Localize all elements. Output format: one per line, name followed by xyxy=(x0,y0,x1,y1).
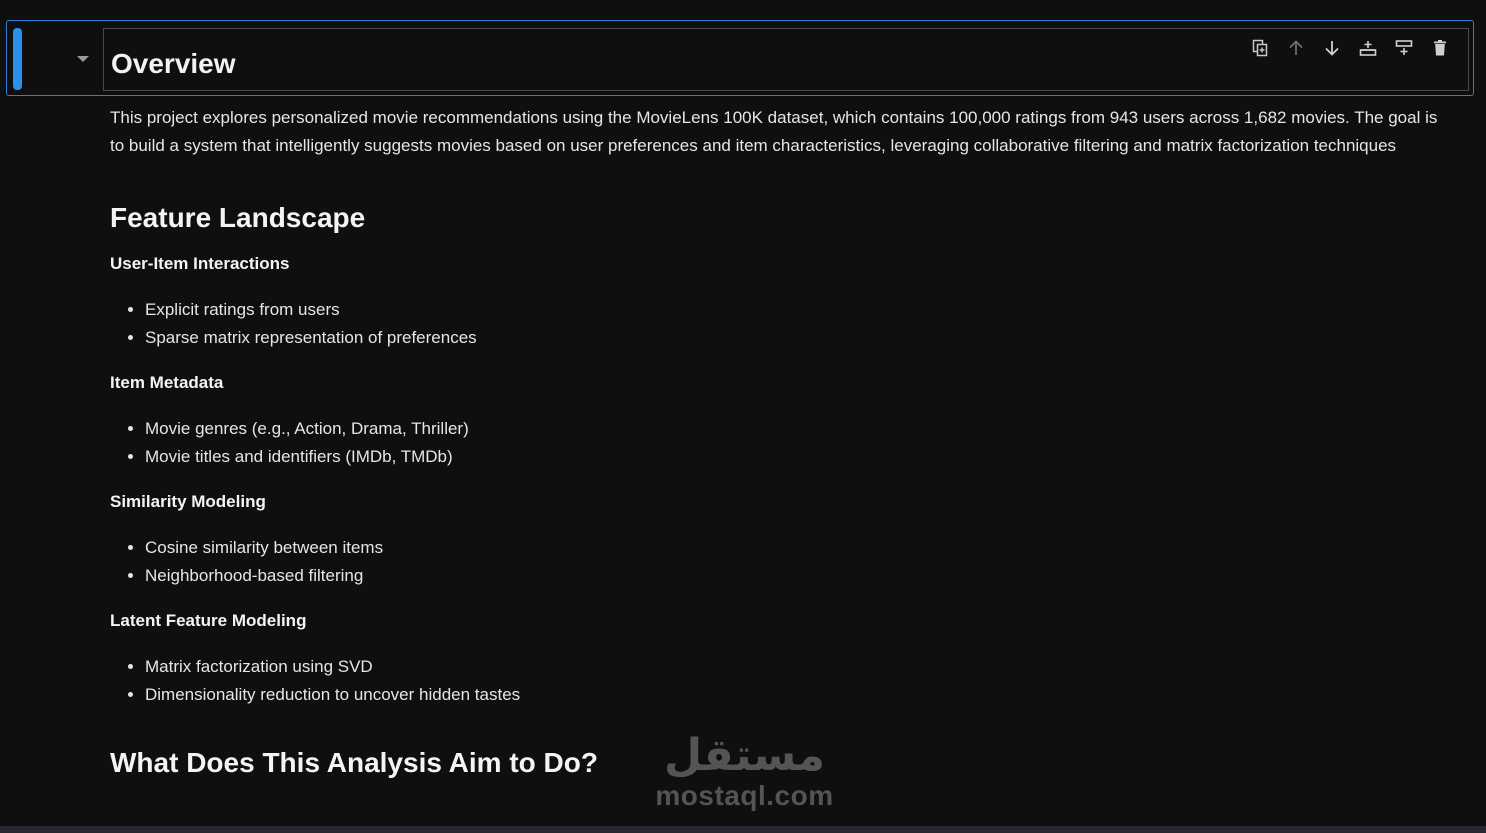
delete-icon xyxy=(1434,40,1446,56)
list-item: Movie genres (e.g., Action, Drama, Thril… xyxy=(145,415,1450,443)
list-item: Dimensionality reduction to uncover hidd… xyxy=(145,681,1450,709)
list-item: Cosine similarity between items xyxy=(145,534,1450,562)
group-list: Cosine similarity between items Neighbor… xyxy=(110,534,1450,590)
move-up-icon xyxy=(1289,40,1303,55)
group-title: Latent Feature Modeling xyxy=(110,611,307,630)
group-title: Similarity Modeling xyxy=(110,492,266,511)
intro-paragraph: This project explores personalized movie… xyxy=(110,108,1438,155)
group-list: Explicit ratings from users Sparse matri… xyxy=(110,296,1450,352)
cell-heading: Overview xyxy=(111,48,236,79)
list-item: Neighborhood-based filtering xyxy=(145,562,1450,590)
move-down-icon xyxy=(1325,41,1339,56)
cell-focus-indicator[interactable] xyxy=(13,28,22,90)
watermark-arabic: مستقل xyxy=(664,730,825,781)
feature-landscape-heading: Feature Landscape xyxy=(110,202,366,233)
insert-below-button[interactable] xyxy=(1350,35,1386,61)
insert-above-button[interactable] xyxy=(1386,35,1422,61)
rendered-markdown: This project explores personalized movie… xyxy=(110,104,1450,781)
chevron-down-icon xyxy=(77,56,89,62)
delete-cell-button[interactable] xyxy=(1422,35,1458,61)
move-down-button[interactable] xyxy=(1314,35,1350,61)
list-item: Movie titles and identifiers (IMDb, TMDb… xyxy=(145,443,1450,471)
group-list: Matrix factorization using SVD Dimension… xyxy=(110,653,1450,709)
duplicate-cell-icon xyxy=(1252,39,1268,57)
collapse-toggle[interactable] xyxy=(74,52,92,66)
move-up-button[interactable] xyxy=(1278,35,1314,61)
group-title: User-Item Interactions xyxy=(110,254,290,273)
duplicate-cell-button[interactable] xyxy=(1242,35,1278,61)
insert-above-icon xyxy=(1395,40,1413,55)
watermark-latin: mostaql.com xyxy=(655,780,834,811)
group-list: Movie genres (e.g., Action, Drama, Thril… xyxy=(110,415,1450,471)
watermark-logo: مستقل mostaql.com xyxy=(652,730,837,820)
list-item: Sparse matrix representation of preferen… xyxy=(145,324,1450,352)
insert-below-icon xyxy=(1359,41,1377,56)
list-item: Explicit ratings from users xyxy=(145,296,1450,324)
cell-toolbar xyxy=(1242,35,1458,61)
notebook-page: Overview This project explores personali… xyxy=(0,0,1486,833)
markdown-cell-editor[interactable]: Overview xyxy=(103,28,1469,91)
group-title: Item Metadata xyxy=(110,373,224,392)
list-item: Matrix factorization using SVD xyxy=(145,653,1450,681)
bottom-edge xyxy=(0,826,1486,833)
